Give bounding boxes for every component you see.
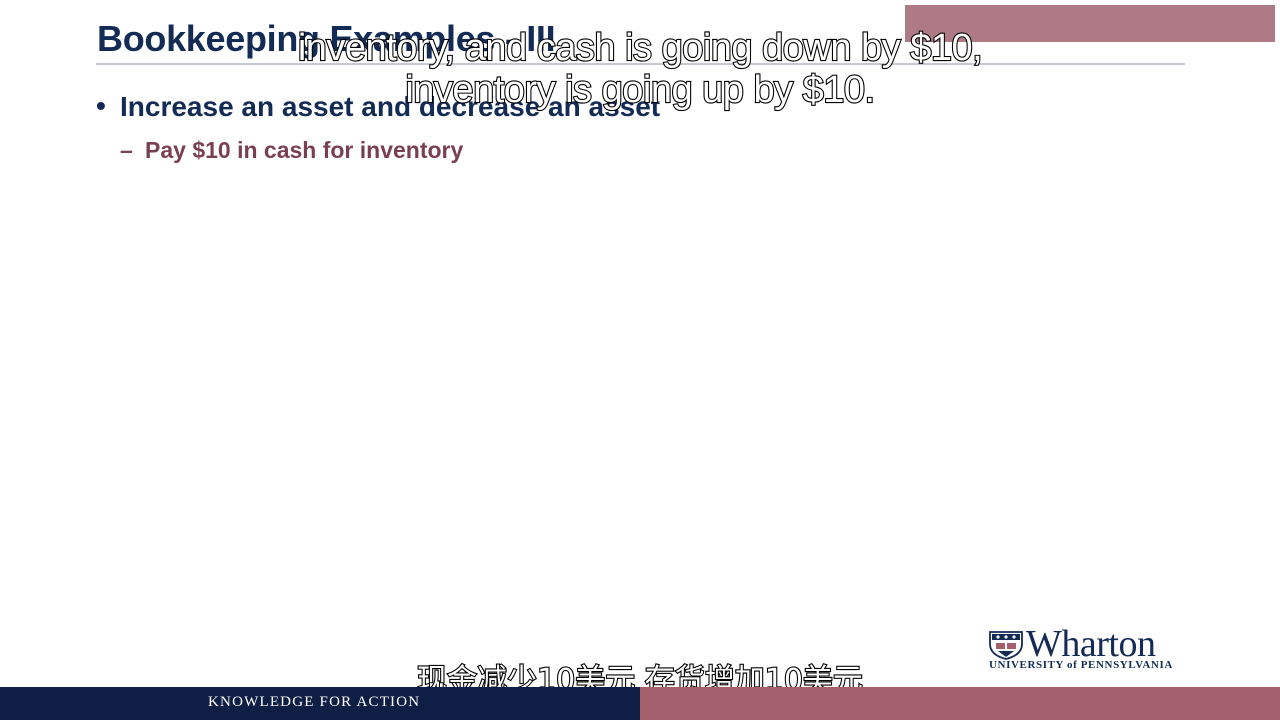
- footer-band-right: [640, 687, 1280, 720]
- caption-english-line-1: inventory, and cash is going down by $10…: [297, 26, 984, 70]
- footer-tagline: KNOWLEDGE FOR ACTION: [208, 694, 421, 710]
- caption-english-line-2: inventory is going up by $10.: [404, 68, 876, 112]
- sub-bullet-dash-icon: –: [120, 137, 133, 163]
- sub-bullet-text: Pay $10 in cash for inventory: [145, 137, 464, 163]
